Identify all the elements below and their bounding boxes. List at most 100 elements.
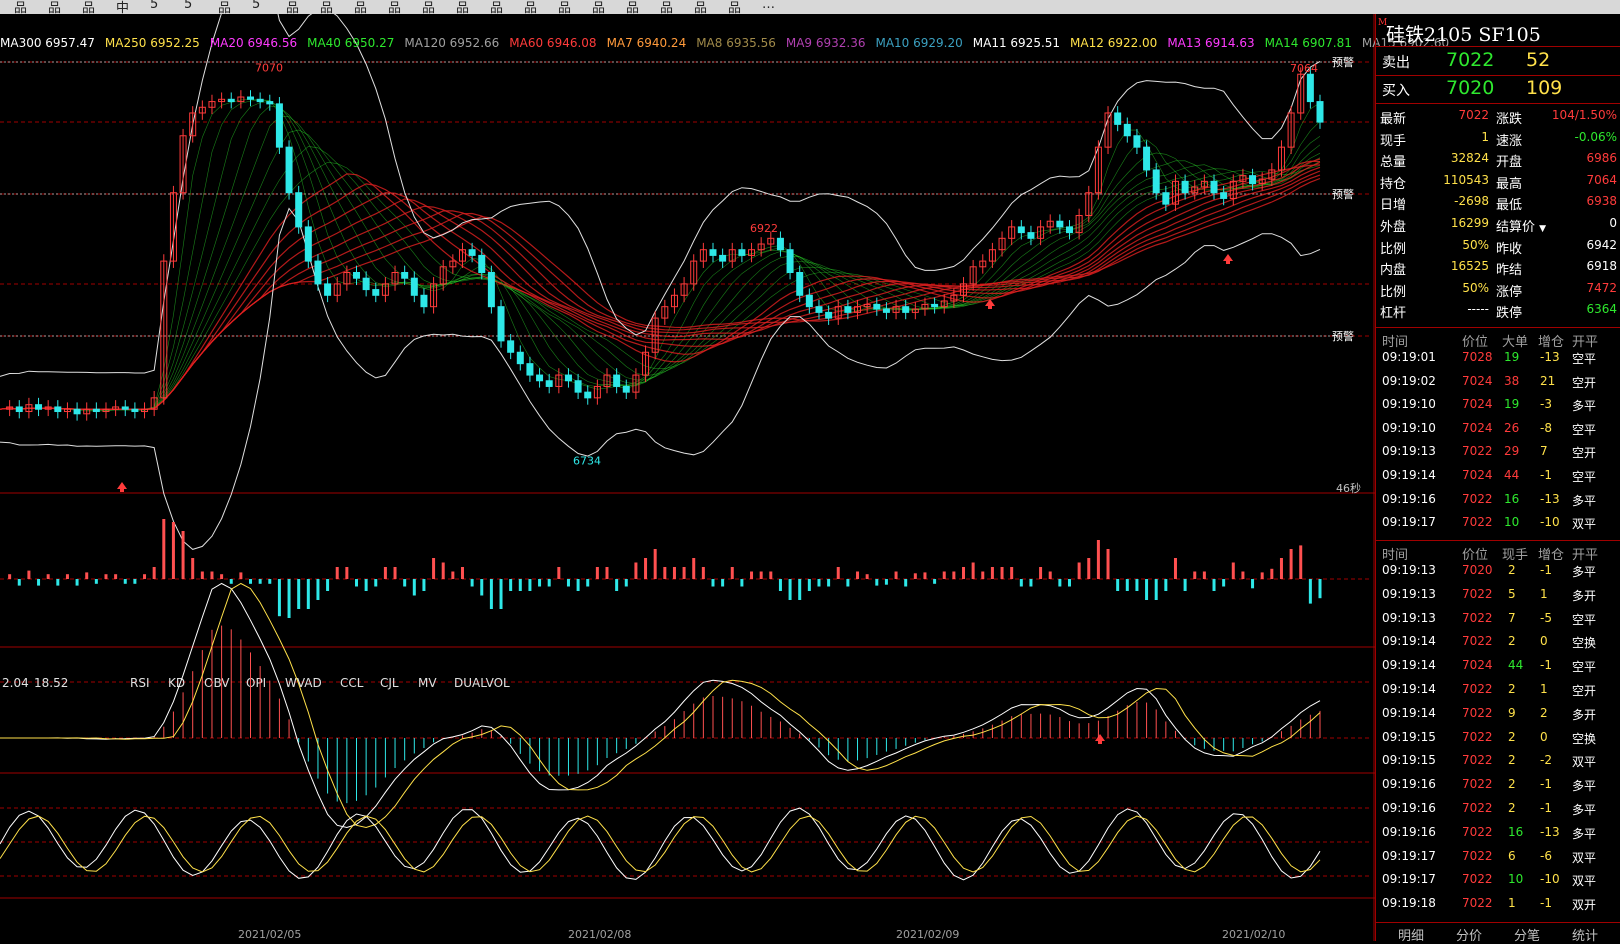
table-row[interactable]: 09:19:14 7022 2 1 空开 xyxy=(1376,679,1620,703)
tick-delta: 0 xyxy=(1540,634,1548,649)
indicator-tab-dualvol[interactable]: DUALVOL xyxy=(454,676,510,690)
toolbar-button[interactable]: 品 xyxy=(388,0,401,14)
tick-type: 多平 xyxy=(1572,826,1597,841)
toolbar-button[interactable]: 品 xyxy=(218,0,231,14)
tab-0[interactable]: 明细 xyxy=(1398,925,1424,944)
stat-value: 7064 xyxy=(1586,172,1617,187)
bid-qty: 109 xyxy=(1526,77,1563,99)
tick-price: 7022 xyxy=(1462,753,1493,768)
table-row[interactable]: 09:19:15 7022 2 -2 双平 xyxy=(1376,750,1620,774)
toolbar-button[interactable]: 品 xyxy=(14,0,27,14)
volume-bar xyxy=(75,579,79,586)
indicator-tab-wvad[interactable]: WVAD xyxy=(285,676,322,690)
volume-bar xyxy=(547,579,551,587)
toolbar-button[interactable]: 品 xyxy=(82,0,95,14)
candle-body xyxy=(478,254,486,274)
table-row[interactable]: 09:19:16 7022 16 -13 多平 xyxy=(1376,822,1620,846)
toolbar-button[interactable]: 品 xyxy=(524,0,537,14)
table-row[interactable]: 09:19:13 7022 29 7 空开 xyxy=(1376,441,1620,465)
table-row[interactable]: 09:19:14 7024 44 -1 空平 xyxy=(1376,655,1620,679)
volume-bar xyxy=(663,567,667,579)
indicator-tab-ccl[interactable]: CCL xyxy=(340,676,364,690)
toolbar-button[interactable]: 品 xyxy=(694,0,707,14)
chart-area[interactable]: 7070 6922 6734 7064 预警 预警 预警 46秒 2.04 18.52 RSI KD O… xyxy=(0,14,1449,941)
volume-bar xyxy=(817,579,821,587)
tick-type: 空开 xyxy=(1572,446,1597,461)
toolbar-button[interactable]: 品 xyxy=(626,0,639,14)
volume-bar xyxy=(1164,579,1168,591)
table-row[interactable]: 09:19:13 7022 7 -5 空平 xyxy=(1376,608,1620,632)
stat-value: -2698 xyxy=(1454,194,1489,209)
table-row[interactable]: 09:19:16 7022 2 -1 多平 xyxy=(1376,798,1620,822)
ma-line xyxy=(0,146,1321,410)
indicator-tab-cjl[interactable]: CJL xyxy=(380,676,399,690)
table-row[interactable]: 09:19:18 7022 1 -1 双开 xyxy=(1376,893,1620,917)
indicator-tab-kd[interactable]: KD xyxy=(168,676,185,690)
up-arrow-icon xyxy=(1223,254,1233,264)
table-row[interactable]: 09:19:10 7024 26 -8 空平 xyxy=(1376,418,1620,442)
toolbar-button[interactable]: 品 xyxy=(422,0,435,14)
table-row[interactable]: 09:19:14 7022 2 0 空换 xyxy=(1376,631,1620,655)
toolbar-button[interactable]: 中 xyxy=(116,0,129,14)
volume-bar xyxy=(644,558,648,579)
toolbar-button[interactable]: 品 xyxy=(320,0,333,14)
table-row[interactable]: 09:19:14 7022 9 2 多开 xyxy=(1376,703,1620,727)
candle-body xyxy=(468,249,476,256)
toolbar-button[interactable]: 品 xyxy=(558,0,571,14)
tab-2[interactable]: 分笔 xyxy=(1514,925,1540,944)
tick-qty: 44 xyxy=(1504,468,1520,482)
stat-label: 日增 xyxy=(1380,198,1407,214)
toolbar-button[interactable]: 品 xyxy=(354,0,367,14)
toolbar-button[interactable]: 品 xyxy=(728,0,741,14)
tick-type: 双开 xyxy=(1572,898,1597,913)
volume-bar xyxy=(778,579,782,591)
volume-bar xyxy=(711,579,715,587)
toolbar-button[interactable]: 品 xyxy=(48,0,61,14)
tab-3[interactable]: 统计 xyxy=(1572,925,1598,944)
dropdown-icon[interactable]: ▼ xyxy=(1539,224,1546,234)
kd-line-k xyxy=(0,807,1321,881)
tick-qty: 19 xyxy=(1504,397,1520,412)
toolbar-button[interactable]: 5 xyxy=(252,0,260,12)
ma-line xyxy=(0,98,1321,412)
tab-1[interactable]: 分价 xyxy=(1456,925,1482,944)
indicator-tab-opi[interactable]: OPI xyxy=(246,676,266,690)
toolbar-button[interactable]: 品 xyxy=(490,0,503,14)
toolbar-button[interactable]: 品 xyxy=(286,0,299,14)
top-toolbar[interactable]: 品 品 品 中 5 5 品 5 品 品 品 品 品 品 品 品 品 品 品 品 品 品 … xyxy=(0,0,1620,14)
quote-panel: M 硅铁2105 SF105 卖出 7022 52 买入 7020 109 最新 … xyxy=(1375,14,1620,944)
indicator-tab-rsi[interactable]: RSI xyxy=(130,676,150,690)
table-row[interactable]: 09:19:17 7022 6 -6 双平 xyxy=(1376,846,1620,870)
toolbar-button[interactable]: 品 xyxy=(660,0,673,14)
stat-label: 比例 xyxy=(1380,241,1407,257)
toolbar-button[interactable]: 5 xyxy=(184,0,192,12)
kline-chart[interactable]: 7070692267347064 预警预警预警46秒2.04 18.52 RSI KD O… xyxy=(0,14,1375,941)
table-row[interactable]: 09:19:16 7022 16 -13 多平 xyxy=(1376,489,1620,513)
candle-body xyxy=(1027,232,1035,239)
toolbar-button[interactable]: 5 xyxy=(150,0,158,12)
toolbar-button[interactable]: … xyxy=(762,0,775,12)
toolbar-button[interactable]: 品 xyxy=(592,0,605,14)
volume-bar xyxy=(624,579,628,587)
ma-legend-item: MA8 6935.56 xyxy=(696,36,776,50)
table-row[interactable]: 09:19:17 7022 10 -10 双平 xyxy=(1376,869,1620,893)
toolbar-button[interactable]: 品 xyxy=(456,0,469,14)
table-row[interactable]: 09:19:13 7020 2 -1 多平 xyxy=(1376,560,1620,584)
indicator-tab-obv[interactable]: OBV xyxy=(204,676,230,690)
candle-body xyxy=(1306,73,1314,103)
volume-bar xyxy=(1318,579,1322,599)
table-row[interactable]: 09:19:10 7024 19 -3 多平 xyxy=(1376,394,1620,418)
table-row[interactable]: 09:19:16 7022 2 -1 多平 xyxy=(1376,774,1620,798)
table-row[interactable]: 09:19:17 7022 10 -10 双平 xyxy=(1376,512,1620,536)
indicator-tab-mv[interactable]: MV xyxy=(418,676,437,690)
volume-bar xyxy=(1251,579,1255,589)
table-row[interactable]: 09:19:02 7024 38 21 空开 xyxy=(1376,371,1620,395)
table-row[interactable]: 09:19:01 7028 19 -13 空平 xyxy=(1376,347,1620,371)
detail-tabs[interactable]: 明细 分价 分笔 统计 xyxy=(1376,922,1620,944)
ma-line xyxy=(0,161,1321,410)
table-row[interactable]: 09:19:13 7022 5 1 多开 xyxy=(1376,584,1620,608)
table-row[interactable]: 09:19:15 7022 2 0 空换 xyxy=(1376,727,1620,751)
volume-bar xyxy=(1096,540,1100,579)
table-row[interactable]: 09:19:14 7024 44 -1 空平 xyxy=(1376,465,1620,489)
candle-body xyxy=(516,351,524,365)
